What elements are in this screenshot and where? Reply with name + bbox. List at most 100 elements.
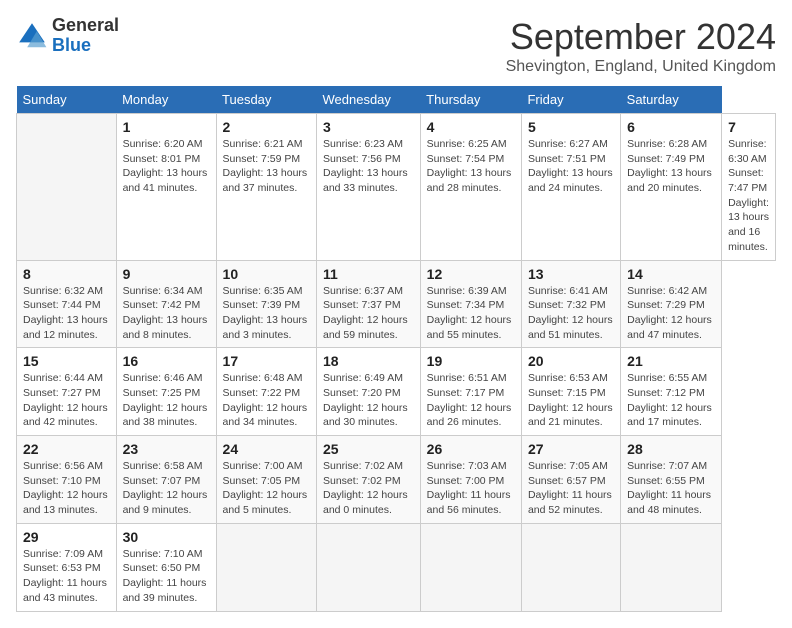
day-number: 12 bbox=[427, 266, 515, 282]
calendar-cell: 6 Sunrise: 6:28 AMSunset: 7:49 PMDayligh… bbox=[621, 114, 722, 261]
day-info: Sunrise: 6:58 AMSunset: 7:07 PMDaylight:… bbox=[123, 459, 210, 518]
logo-blue-text: Blue bbox=[52, 35, 91, 55]
header-row: SundayMondayTuesdayWednesdayThursdayFrid… bbox=[17, 86, 776, 114]
calendar-cell bbox=[621, 523, 722, 611]
title-section: September 2024 Shevington, England, Unit… bbox=[506, 16, 776, 76]
day-number: 10 bbox=[223, 266, 310, 282]
day-info: Sunrise: 6:41 AMSunset: 7:32 PMDaylight:… bbox=[528, 284, 614, 343]
logo-general-text: General bbox=[52, 15, 119, 35]
day-number: 5 bbox=[528, 119, 614, 135]
day-info: Sunrise: 6:55 AMSunset: 7:12 PMDaylight:… bbox=[627, 371, 715, 430]
calendar-cell: 30 Sunrise: 7:10 AMSunset: 6:50 PMDaylig… bbox=[116, 523, 216, 611]
day-number: 1 bbox=[123, 119, 210, 135]
calendar-table: SundayMondayTuesdayWednesdayThursdayFrid… bbox=[16, 86, 776, 612]
calendar-cell: 2 Sunrise: 6:21 AMSunset: 7:59 PMDayligh… bbox=[216, 114, 316, 261]
header: General Blue September 2024 Shevington, … bbox=[16, 16, 776, 76]
day-number: 29 bbox=[23, 529, 110, 545]
day-info: Sunrise: 6:21 AMSunset: 7:59 PMDaylight:… bbox=[223, 137, 310, 196]
day-info: Sunrise: 7:02 AMSunset: 7:02 PMDaylight:… bbox=[323, 459, 414, 518]
calendar-cell: 13 Sunrise: 6:41 AMSunset: 7:32 PMDaylig… bbox=[521, 260, 620, 348]
calendar-cell: 26 Sunrise: 7:03 AMSunset: 7:00 PMDaylig… bbox=[420, 436, 521, 524]
calendar-cell: 17 Sunrise: 6:48 AMSunset: 7:22 PMDaylig… bbox=[216, 348, 316, 436]
month-title: September 2024 bbox=[506, 16, 776, 58]
calendar-cell: 1 Sunrise: 6:20 AMSunset: 8:01 PMDayligh… bbox=[116, 114, 216, 261]
calendar-cell: 4 Sunrise: 6:25 AMSunset: 7:54 PMDayligh… bbox=[420, 114, 521, 261]
day-info: Sunrise: 7:09 AMSunset: 6:53 PMDaylight:… bbox=[23, 547, 110, 606]
day-info: Sunrise: 6:34 AMSunset: 7:42 PMDaylight:… bbox=[123, 284, 210, 343]
week-row-3: 22 Sunrise: 6:56 AMSunset: 7:10 PMDaylig… bbox=[17, 436, 776, 524]
day-info: Sunrise: 6:25 AMSunset: 7:54 PMDaylight:… bbox=[427, 137, 515, 196]
day-info: Sunrise: 7:10 AMSunset: 6:50 PMDaylight:… bbox=[123, 547, 210, 606]
day-header-monday: Monday bbox=[116, 86, 216, 114]
day-number: 14 bbox=[627, 266, 715, 282]
day-info: Sunrise: 6:39 AMSunset: 7:34 PMDaylight:… bbox=[427, 284, 515, 343]
calendar-cell: 9 Sunrise: 6:34 AMSunset: 7:42 PMDayligh… bbox=[116, 260, 216, 348]
day-number: 30 bbox=[123, 529, 210, 545]
day-header-sunday: Sunday bbox=[17, 86, 117, 114]
calendar-cell: 19 Sunrise: 6:51 AMSunset: 7:17 PMDaylig… bbox=[420, 348, 521, 436]
day-number: 7 bbox=[728, 119, 769, 135]
day-number: 22 bbox=[23, 441, 110, 457]
day-number: 9 bbox=[123, 266, 210, 282]
day-number: 19 bbox=[427, 353, 515, 369]
calendar-cell: 27 Sunrise: 7:05 AMSunset: 6:57 PMDaylig… bbox=[521, 436, 620, 524]
day-header-tuesday: Tuesday bbox=[216, 86, 316, 114]
calendar-cell: 14 Sunrise: 6:42 AMSunset: 7:29 PMDaylig… bbox=[621, 260, 722, 348]
day-info: Sunrise: 6:32 AMSunset: 7:44 PMDaylight:… bbox=[23, 284, 110, 343]
day-number: 24 bbox=[223, 441, 310, 457]
location: Shevington, England, United Kingdom bbox=[506, 58, 776, 76]
day-number: 15 bbox=[23, 353, 110, 369]
day-info: Sunrise: 6:28 AMSunset: 7:49 PMDaylight:… bbox=[627, 137, 715, 196]
calendar-cell: 16 Sunrise: 6:46 AMSunset: 7:25 PMDaylig… bbox=[116, 348, 216, 436]
day-info: Sunrise: 6:23 AMSunset: 7:56 PMDaylight:… bbox=[323, 137, 414, 196]
day-info: Sunrise: 6:30 AMSunset: 7:47 PMDaylight:… bbox=[728, 137, 769, 255]
day-number: 28 bbox=[627, 441, 715, 457]
calendar-cell: 28 Sunrise: 7:07 AMSunset: 6:55 PMDaylig… bbox=[621, 436, 722, 524]
day-info: Sunrise: 6:46 AMSunset: 7:25 PMDaylight:… bbox=[123, 371, 210, 430]
calendar-cell: 22 Sunrise: 6:56 AMSunset: 7:10 PMDaylig… bbox=[17, 436, 117, 524]
day-header-wednesday: Wednesday bbox=[317, 86, 421, 114]
logo-icon bbox=[16, 20, 48, 52]
day-number: 6 bbox=[627, 119, 715, 135]
day-header-saturday: Saturday bbox=[621, 86, 722, 114]
calendar-cell: 12 Sunrise: 6:39 AMSunset: 7:34 PMDaylig… bbox=[420, 260, 521, 348]
day-info: Sunrise: 6:49 AMSunset: 7:20 PMDaylight:… bbox=[323, 371, 414, 430]
day-number: 4 bbox=[427, 119, 515, 135]
day-info: Sunrise: 6:42 AMSunset: 7:29 PMDaylight:… bbox=[627, 284, 715, 343]
day-info: Sunrise: 7:00 AMSunset: 7:05 PMDaylight:… bbox=[223, 459, 310, 518]
day-number: 11 bbox=[323, 266, 414, 282]
day-number: 25 bbox=[323, 441, 414, 457]
day-header-thursday: Thursday bbox=[420, 86, 521, 114]
day-number: 17 bbox=[223, 353, 310, 369]
calendar-cell: 8 Sunrise: 6:32 AMSunset: 7:44 PMDayligh… bbox=[17, 260, 117, 348]
day-number: 3 bbox=[323, 119, 414, 135]
calendar-cell: 11 Sunrise: 6:37 AMSunset: 7:37 PMDaylig… bbox=[317, 260, 421, 348]
logo-text: General Blue bbox=[52, 16, 119, 56]
calendar-cell: 3 Sunrise: 6:23 AMSunset: 7:56 PMDayligh… bbox=[317, 114, 421, 261]
day-info: Sunrise: 6:48 AMSunset: 7:22 PMDaylight:… bbox=[223, 371, 310, 430]
day-number: 27 bbox=[528, 441, 614, 457]
calendar-cell: 23 Sunrise: 6:58 AMSunset: 7:07 PMDaylig… bbox=[116, 436, 216, 524]
day-info: Sunrise: 6:56 AMSunset: 7:10 PMDaylight:… bbox=[23, 459, 110, 518]
calendar-cell bbox=[521, 523, 620, 611]
week-row-0: 1 Sunrise: 6:20 AMSunset: 8:01 PMDayligh… bbox=[17, 114, 776, 261]
day-info: Sunrise: 7:07 AMSunset: 6:55 PMDaylight:… bbox=[627, 459, 715, 518]
day-info: Sunrise: 7:03 AMSunset: 7:00 PMDaylight:… bbox=[427, 459, 515, 518]
day-number: 20 bbox=[528, 353, 614, 369]
calendar-cell: 10 Sunrise: 6:35 AMSunset: 7:39 PMDaylig… bbox=[216, 260, 316, 348]
day-number: 21 bbox=[627, 353, 715, 369]
calendar-cell bbox=[420, 523, 521, 611]
day-info: Sunrise: 6:44 AMSunset: 7:27 PMDaylight:… bbox=[23, 371, 110, 430]
day-info: Sunrise: 6:51 AMSunset: 7:17 PMDaylight:… bbox=[427, 371, 515, 430]
calendar-cell: 18 Sunrise: 6:49 AMSunset: 7:20 PMDaylig… bbox=[317, 348, 421, 436]
day-number: 13 bbox=[528, 266, 614, 282]
logo: General Blue bbox=[16, 16, 119, 56]
calendar-cell bbox=[17, 114, 117, 261]
day-info: Sunrise: 6:20 AMSunset: 8:01 PMDaylight:… bbox=[123, 137, 210, 196]
calendar-cell: 15 Sunrise: 6:44 AMSunset: 7:27 PMDaylig… bbox=[17, 348, 117, 436]
day-info: Sunrise: 6:27 AMSunset: 7:51 PMDaylight:… bbox=[528, 137, 614, 196]
day-info: Sunrise: 7:05 AMSunset: 6:57 PMDaylight:… bbox=[528, 459, 614, 518]
week-row-2: 15 Sunrise: 6:44 AMSunset: 7:27 PMDaylig… bbox=[17, 348, 776, 436]
day-number: 16 bbox=[123, 353, 210, 369]
calendar-cell: 24 Sunrise: 7:00 AMSunset: 7:05 PMDaylig… bbox=[216, 436, 316, 524]
